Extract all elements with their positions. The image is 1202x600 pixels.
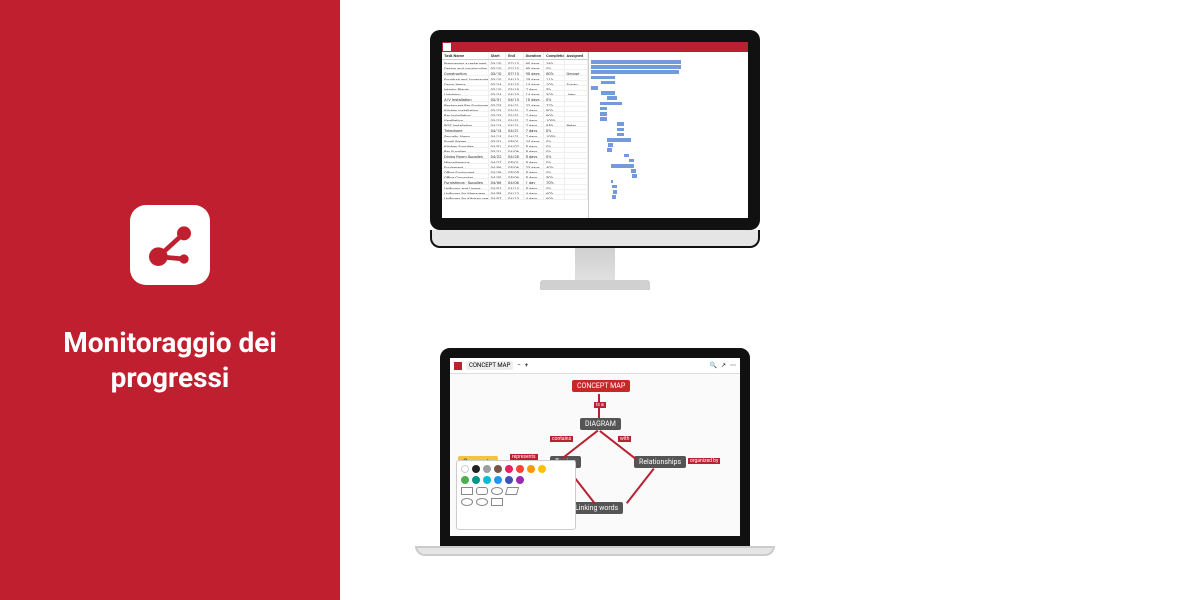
hero-title: Monitoraggio dei progressi bbox=[0, 325, 340, 395]
gantt-bar[interactable] bbox=[591, 86, 598, 90]
gantt-bar[interactable] bbox=[591, 70, 679, 74]
gantt-bar[interactable] bbox=[601, 91, 615, 95]
gantt-bar[interactable] bbox=[601, 81, 615, 85]
gantt-bar[interactable] bbox=[617, 122, 624, 126]
app-logo-icon bbox=[130, 205, 210, 285]
gantt-bar[interactable] bbox=[617, 128, 624, 132]
gantt-bar[interactable] bbox=[608, 143, 613, 147]
zoom-in-icon[interactable]: + bbox=[525, 362, 528, 369]
device-imac: Task NameStartEndDurationCompletionAssig… bbox=[430, 30, 760, 290]
device-macbook: CONCEPT MAP − + 🔍 ↗ ⋯ CONCEPT MAP DIAGRA… bbox=[415, 348, 775, 556]
zoom-out-icon[interactable]: − bbox=[517, 362, 520, 369]
gantt-bar[interactable] bbox=[624, 154, 629, 158]
gantt-bar[interactable] bbox=[591, 76, 615, 80]
gantt-header-row: Task NameStartEndDurationCompletionAssig… bbox=[442, 52, 588, 60]
shape-style-panel[interactable] bbox=[456, 460, 576, 530]
edge-label: with bbox=[618, 436, 631, 442]
search-icon[interactable]: 🔍 bbox=[709, 362, 716, 369]
node-linking[interactable]: Linking words bbox=[570, 502, 623, 514]
gantt-bar[interactable] bbox=[600, 107, 607, 111]
gantt-bar[interactable] bbox=[612, 195, 616, 199]
gantt-bar[interactable] bbox=[600, 117, 607, 121]
gantt-bar[interactable] bbox=[607, 96, 617, 100]
gantt-bar[interactable] bbox=[607, 138, 631, 142]
gantt-bar[interactable] bbox=[591, 65, 681, 69]
hero-panel: Monitoraggio dei progressi bbox=[0, 0, 340, 600]
edge-label: contains bbox=[550, 436, 573, 442]
gantt-chart-area bbox=[589, 52, 748, 218]
conceptmap-toolbar: CONCEPT MAP − + 🔍 ↗ ⋯ bbox=[450, 358, 740, 374]
gantt-window-titlebar bbox=[442, 42, 748, 52]
edge-label: organized by bbox=[688, 458, 720, 464]
gantt-bar[interactable] bbox=[612, 185, 617, 189]
gantt-bar[interactable] bbox=[611, 180, 613, 184]
conceptmap-canvas[interactable]: CONCEPT MAP DIAGRAM Concepts Topics Rela… bbox=[450, 374, 740, 536]
edge-label: is a bbox=[594, 402, 606, 408]
gantt-bar[interactable] bbox=[631, 169, 636, 173]
gantt-table: Task NameStartEndDurationCompletionAssig… bbox=[442, 52, 589, 218]
gantt-bar[interactable] bbox=[591, 60, 681, 64]
node-relationships[interactable]: Relationships bbox=[634, 456, 686, 468]
gantt-bar[interactable] bbox=[600, 102, 622, 106]
gantt-bar[interactable] bbox=[600, 112, 607, 116]
app-logo-icon bbox=[454, 362, 462, 370]
gantt-bar[interactable] bbox=[632, 174, 637, 178]
gantt-bar[interactable] bbox=[629, 159, 634, 163]
node-diagram[interactable]: DIAGRAM bbox=[580, 418, 621, 430]
gantt-bar[interactable] bbox=[607, 148, 612, 152]
document-tab[interactable]: CONCEPT MAP bbox=[466, 361, 513, 370]
node-root[interactable]: CONCEPT MAP bbox=[572, 380, 630, 392]
gantt-bar[interactable] bbox=[613, 190, 617, 194]
table-row[interactable]: Uniforms for Kitchen crew04/0704/134 day… bbox=[442, 195, 588, 200]
menu-icon[interactable]: ⋯ bbox=[730, 362, 736, 369]
gantt-bar[interactable] bbox=[617, 133, 624, 137]
gantt-bar[interactable] bbox=[611, 164, 634, 168]
share-icon[interactable]: ↗ bbox=[721, 362, 726, 369]
